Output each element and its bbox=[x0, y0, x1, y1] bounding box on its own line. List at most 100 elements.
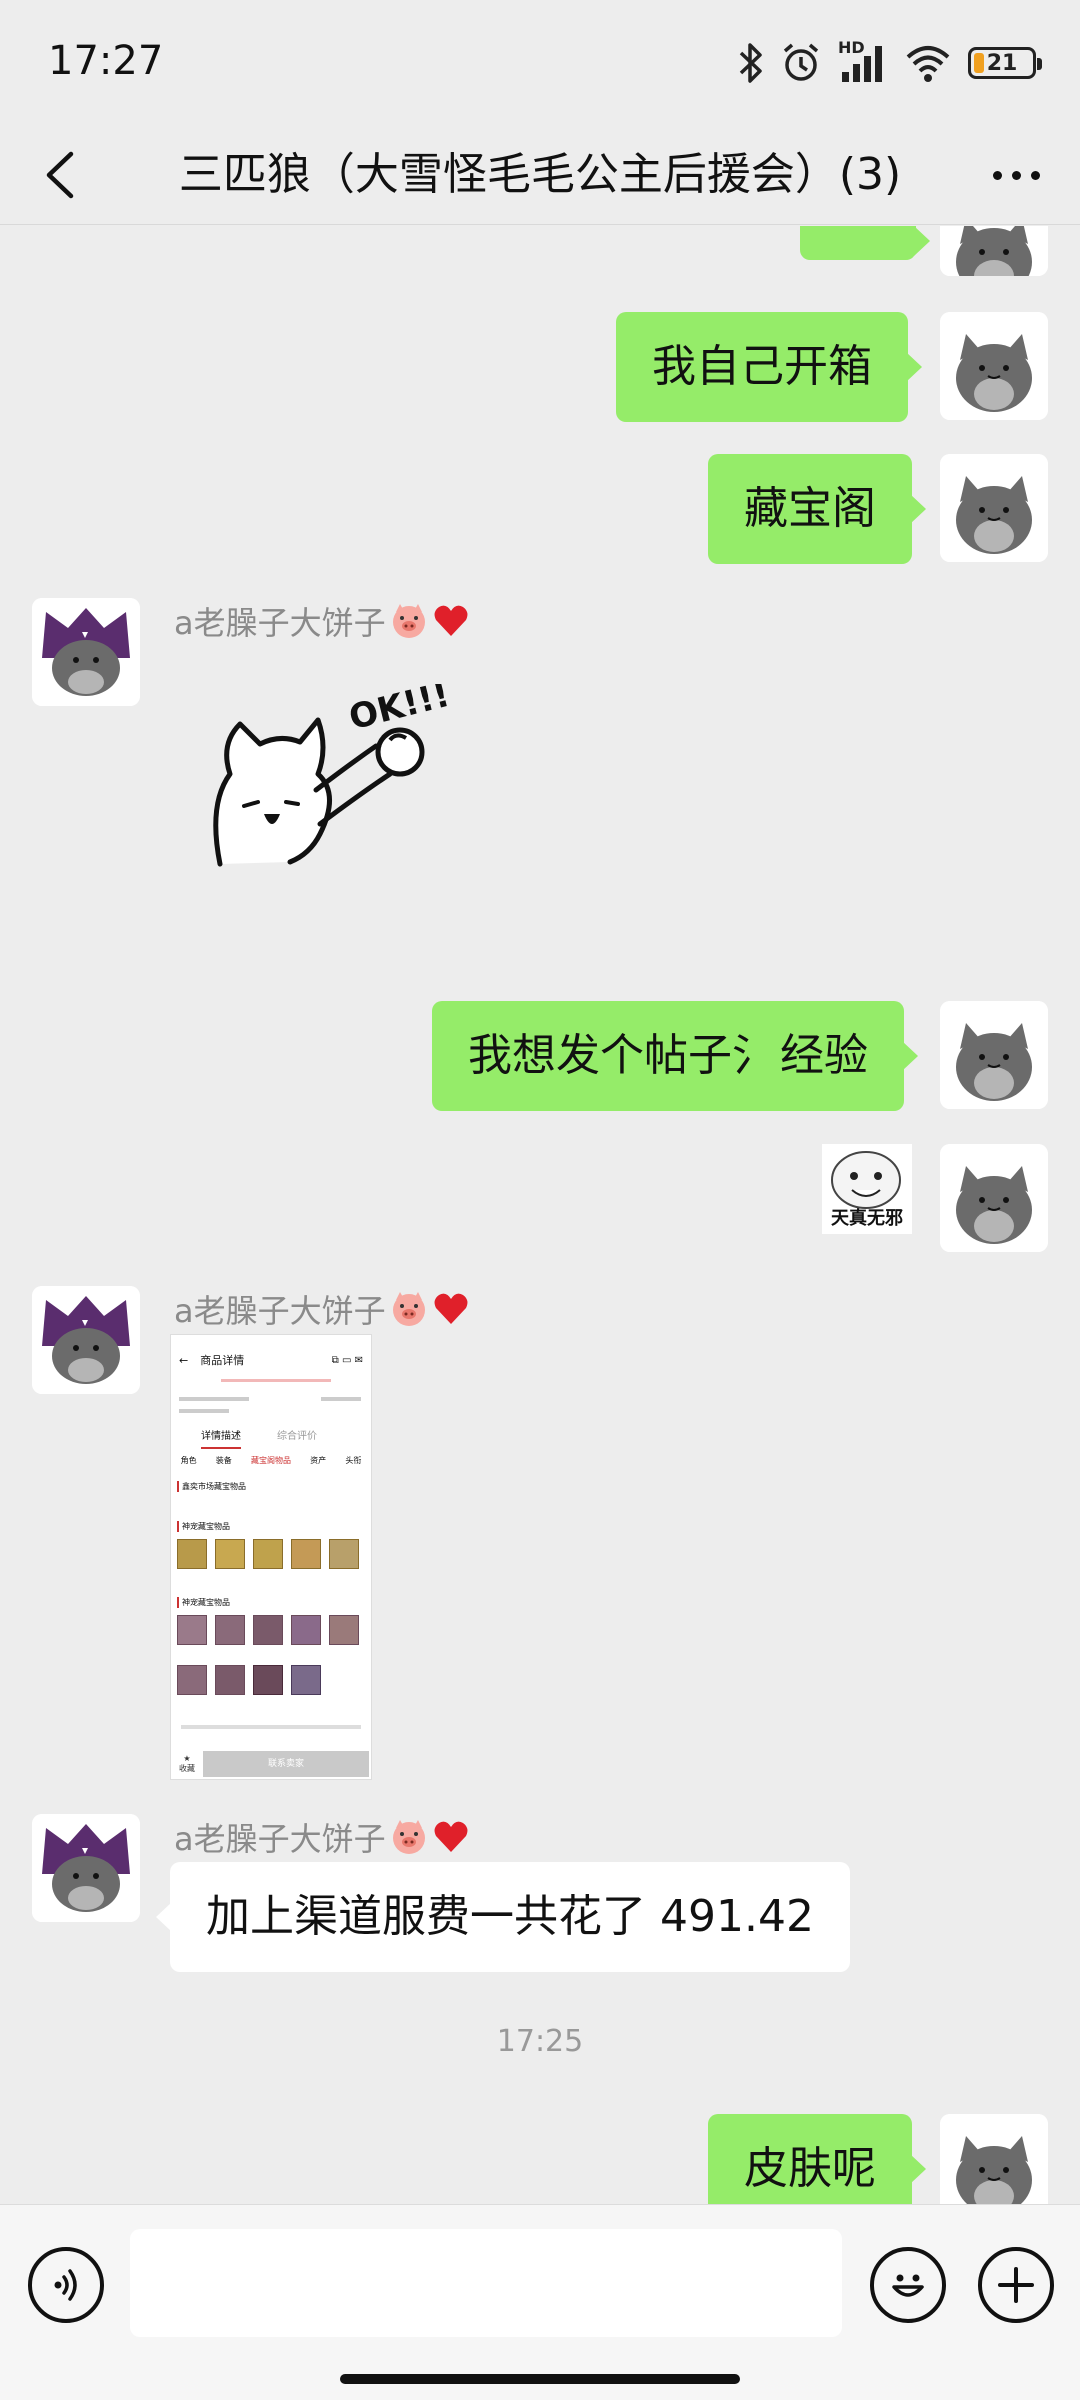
item-thumbnail bbox=[215, 1615, 245, 1645]
contact-message-bubble[interactable]: 加上渠道服费一共花了 491.42 bbox=[156, 1862, 850, 1972]
item-thumbnail bbox=[291, 1539, 321, 1569]
my-avatar[interactable] bbox=[940, 1144, 1048, 1252]
shot-tab-review: 综合评价 bbox=[277, 1431, 317, 1442]
my-message-bubble[interactable]: 我自己开箱 bbox=[616, 312, 922, 422]
message-text: 皮肤呢 bbox=[744, 2143, 876, 2194]
more-dot-icon bbox=[1030, 170, 1040, 180]
my-avatar[interactable] bbox=[940, 312, 1048, 420]
time-divider: 17:25 bbox=[496, 2024, 584, 2059]
cut-off-character: 氵 bbox=[732, 1030, 762, 1081]
home-indicator[interactable] bbox=[340, 2374, 740, 2384]
pig-emoji-icon bbox=[392, 1820, 425, 1854]
sender-name: a老臊子大饼子 bbox=[174, 1286, 470, 1332]
more-dot-icon bbox=[992, 170, 1002, 180]
item-thumbnail bbox=[291, 1665, 321, 1695]
item-thumbnail bbox=[177, 1665, 207, 1695]
shot-section: 鑫奕市场藏宝物品 bbox=[177, 1481, 246, 1492]
emoji-button[interactable] bbox=[870, 2247, 946, 2323]
item-thumbnail bbox=[253, 1665, 283, 1695]
shot-contact-button: 联系卖家 bbox=[203, 1751, 369, 1777]
item-thumbnail bbox=[177, 1615, 207, 1645]
shot-cat: 装备 bbox=[215, 1456, 232, 1465]
shot-title: 商品详情 bbox=[200, 1354, 245, 1367]
shot-item-row bbox=[177, 1615, 359, 1645]
shot-section: 神宠藏宝物品 bbox=[177, 1521, 230, 1532]
item-thumbnail bbox=[253, 1615, 283, 1645]
input-bar bbox=[0, 2204, 1080, 2400]
battery-level: 21 bbox=[986, 50, 1018, 76]
more-actions-button[interactable] bbox=[978, 2247, 1054, 2323]
chat-header: 三匹狼（大雪怪毛毛公主后援会）(3) bbox=[0, 125, 1080, 225]
shot-cat: 资产 bbox=[310, 1456, 327, 1465]
contact-avatar[interactable] bbox=[32, 598, 140, 706]
sender-label: a老臊子大饼子 bbox=[174, 1820, 386, 1858]
voice-icon bbox=[54, 2269, 77, 2301]
my-message-bubble[interactable]: 皮肤呢 bbox=[708, 2114, 926, 2204]
shot-cat: 头衔 bbox=[345, 1456, 362, 1465]
message-text: 加上渠道服费一共花了 491.42 bbox=[206, 1891, 814, 1942]
pig-emoji-icon bbox=[392, 604, 425, 638]
smiley-icon bbox=[892, 2274, 924, 2297]
message-text: 我想发个帖子 bbox=[468, 1030, 732, 1081]
item-thumbnail bbox=[215, 1539, 245, 1569]
more-button[interactable] bbox=[980, 143, 1052, 207]
image-message[interactable]: ← 商品详情 ⧉ ▭ ✉ 详情描述 综合评价 角色 装备 藏宝阁物品 资产 头衔… bbox=[170, 1334, 372, 1780]
message-text: 经验 bbox=[780, 1030, 868, 1081]
item-thumbnail bbox=[329, 1539, 359, 1569]
chat-messages[interactable]: 不 我自己开箱 藏宝阁 a老臊子大饼子 OK!!! bbox=[0, 226, 1080, 2204]
sender-label: a老臊子大饼子 bbox=[174, 604, 386, 642]
sticker-caption: 天真无邪 bbox=[831, 1207, 903, 1229]
shot-item-row bbox=[177, 1539, 359, 1569]
shot-back-icon: ← bbox=[179, 1353, 189, 1367]
bluetooth-icon bbox=[739, 43, 762, 83]
heart-emoji-icon bbox=[434, 1293, 468, 1324]
innocent-sticker[interactable]: 天真无邪 bbox=[822, 1144, 912, 1234]
shot-header: ← 商品详情 ⧉ ▭ ✉ bbox=[171, 1347, 371, 1373]
voice-button[interactable] bbox=[28, 2247, 104, 2323]
my-avatar[interactable] bbox=[940, 2114, 1048, 2204]
more-dot-icon bbox=[1011, 170, 1021, 180]
battery-icon: 21 bbox=[968, 47, 1042, 79]
wifi-icon bbox=[906, 46, 950, 82]
heart-emoji-icon bbox=[434, 1821, 468, 1852]
plus-icon bbox=[998, 2267, 1034, 2303]
shot-share-icon: ⧉ ▭ ✉ bbox=[331, 1354, 363, 1366]
shot-tab-detail: 详情描述 bbox=[201, 1427, 241, 1449]
item-thumbnail bbox=[291, 1615, 321, 1645]
pig-emoji-icon bbox=[392, 1292, 425, 1326]
my-message-bubble[interactable]: 我想发个帖子氵经验 bbox=[432, 1001, 918, 1111]
status-bar: 17:27 HD 21 bbox=[0, 0, 1080, 125]
ok-cat-sticker[interactable]: OK!!! bbox=[200, 675, 480, 884]
my-message-bubble[interactable]: 不 bbox=[800, 226, 930, 260]
shot-bottom-bar: ★ 收藏 联系卖家 bbox=[171, 1747, 371, 1779]
message-text: 藏宝阁 bbox=[744, 483, 876, 534]
my-avatar[interactable] bbox=[940, 454, 1048, 562]
my-avatar[interactable] bbox=[940, 226, 1048, 276]
item-thumbnail bbox=[215, 1665, 245, 1695]
back-button[interactable] bbox=[28, 143, 92, 207]
contact-avatar[interactable] bbox=[32, 1286, 140, 1394]
status-time: 17:27 bbox=[48, 38, 164, 84]
status-icons: HD 21 bbox=[738, 38, 1042, 88]
shot-cat: 藏宝阁物品 bbox=[250, 1456, 291, 1465]
item-thumbnail bbox=[329, 1615, 359, 1645]
message-text: 我自己开箱 bbox=[652, 341, 872, 392]
shot-section: 神宠藏宝物品 bbox=[177, 1597, 230, 1608]
item-thumbnail bbox=[253, 1539, 283, 1569]
heart-emoji-icon bbox=[434, 605, 468, 636]
shot-fav: ★ 收藏 bbox=[179, 1754, 195, 1773]
sender-label: a老臊子大饼子 bbox=[174, 1292, 386, 1330]
item-thumbnail bbox=[177, 1539, 207, 1569]
shot-item-row bbox=[177, 1665, 321, 1695]
my-message-bubble[interactable]: 藏宝阁 bbox=[708, 454, 926, 564]
sender-name: a老臊子大饼子 bbox=[174, 598, 470, 644]
chat-title: 三匹狼（大雪怪毛毛公主后援会）(3) bbox=[178, 149, 902, 200]
chevron-left-icon bbox=[46, 151, 74, 199]
shot-fav-label: 收藏 bbox=[179, 1764, 195, 1773]
my-avatar[interactable] bbox=[940, 1001, 1048, 1109]
shot-cat: 角色 bbox=[180, 1456, 197, 1465]
message-input[interactable] bbox=[130, 2229, 842, 2337]
message-text: 不 bbox=[836, 226, 880, 231]
signal-icon bbox=[842, 46, 882, 82]
contact-avatar[interactable] bbox=[32, 1814, 140, 1922]
